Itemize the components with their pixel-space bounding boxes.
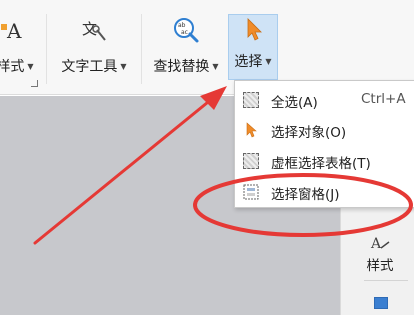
side-pane-style-button[interactable]: A 样式 <box>352 232 408 274</box>
styles-button[interactable]: A 样式 ▼ <box>0 16 40 88</box>
select-label: 选择 <box>234 54 263 70</box>
side-pane-shape-icon[interactable] <box>374 297 388 309</box>
side-pane-style-label: 样式 <box>366 258 394 274</box>
svg-text:文: 文 <box>82 20 97 38</box>
select-button[interactable]: 选择 ▼ <box>228 14 278 80</box>
find-replace-label: 查找替换 <box>153 59 210 75</box>
menu-item-selection-pane[interactable]: 选择窗格(J) <box>235 177 414 207</box>
styles-label: 样式 <box>0 59 25 75</box>
menu-item-select-all[interactable]: 全选(A) Ctrl+A <box>235 85 414 115</box>
menu-item-select-objects[interactable]: 选择对象(O) <box>235 115 414 145</box>
menu-item-label: 虚框选择表格(T) <box>271 156 371 172</box>
text-tools-icon: 文 <box>80 16 108 44</box>
text-tools-label: 文字工具 <box>61 59 118 75</box>
selection-pane-icon <box>243 184 259 200</box>
svg-text:ac: ac <box>181 29 188 36</box>
svg-text:A: A <box>370 236 382 252</box>
find-replace-button[interactable]: ab ac 查找替换 ▼ <box>148 16 224 88</box>
ribbon-divider <box>141 14 142 84</box>
chevron-down-icon: ▼ <box>265 56 272 66</box>
styles-icon: A <box>1 16 29 44</box>
cursor-arrow-icon <box>239 15 267 43</box>
chevron-down-icon: ▼ <box>27 61 34 71</box>
ribbon-divider <box>46 14 47 84</box>
chevron-down-icon: ▼ <box>120 61 127 71</box>
select-dropdown-menu: 全选(A) Ctrl+A 选择对象(O) 虚框选择表格(T) 选择窗格(J) <box>234 80 414 208</box>
menu-item-label: 选择窗格(J) <box>271 187 340 203</box>
menu-item-shortcut: Ctrl+A <box>361 91 406 107</box>
select-objects-icon <box>243 122 259 138</box>
svg-text:ab: ab <box>178 22 186 29</box>
dialog-launcher-icon[interactable] <box>31 80 38 87</box>
menu-item-label: 选择对象(O) <box>271 125 347 141</box>
style-brush-icon: A <box>369 232 391 254</box>
chevron-down-icon: ▼ <box>212 61 219 71</box>
side-pane-divider <box>364 280 408 281</box>
dashed-table-select-icon <box>243 153 259 169</box>
svg-text:A: A <box>6 19 22 43</box>
text-tools-button[interactable]: 文 文字工具 ▼ <box>55 16 133 88</box>
find-replace-icon: ab ac <box>172 16 200 44</box>
select-all-icon <box>243 92 259 108</box>
menu-item-dashed-table-select[interactable]: 虚框选择表格(T) <box>235 146 414 176</box>
menu-item-label: 全选(A) <box>271 95 318 111</box>
